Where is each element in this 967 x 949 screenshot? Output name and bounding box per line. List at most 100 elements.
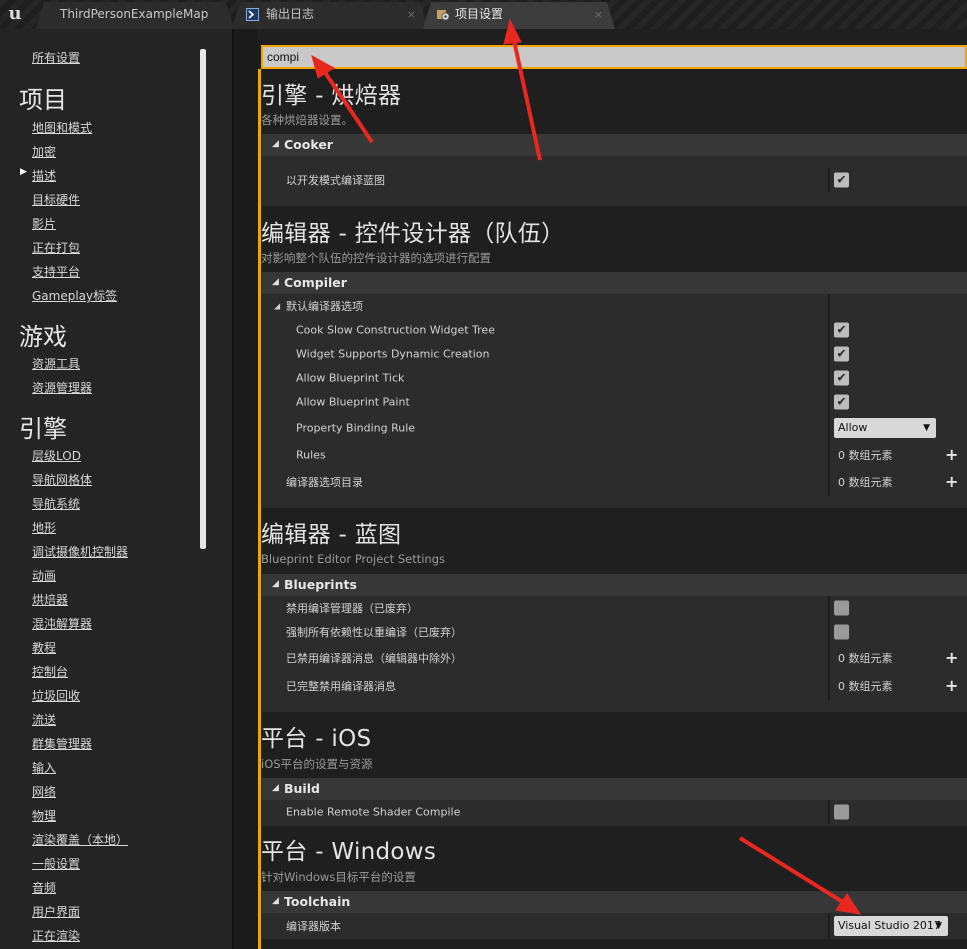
- sidebar-item-landscape[interactable]: 地形: [32, 519, 56, 536]
- sidebar-item-rendering[interactable]: 正在渲染: [32, 927, 80, 944]
- column-divider[interactable]: [828, 318, 830, 342]
- category-blueprints[interactable]: ◢ Blueprints: [262, 574, 967, 596]
- category-toolchain[interactable]: ◢ Toolchain: [262, 891, 967, 913]
- sidebar-section-engine: 引擎: [19, 415, 67, 443]
- sidebar-item-streaming[interactable]: 流送: [32, 711, 56, 728]
- sidebar-item-gameplay-tags[interactable]: Gameplay标签: [32, 287, 117, 304]
- category-build[interactable]: ◢ Build: [262, 778, 967, 800]
- column-divider[interactable]: [828, 414, 830, 442]
- sidebar-scrollbar[interactable]: [200, 49, 206, 549]
- settings-sidebar: 所有设置 项目 地图和模式 加密 ▶ 描述 目标硬件 影片 正在打包 支持平台 …: [0, 29, 234, 949]
- add-element-icon[interactable]: +: [945, 474, 958, 490]
- sidebar-item-physics[interactable]: 物理: [32, 807, 56, 824]
- checkbox[interactable]: [834, 624, 849, 640]
- column-divider[interactable]: [828, 366, 830, 390]
- category-cooker[interactable]: ◢ Cooker: [262, 134, 967, 156]
- column-divider[interactable]: [828, 390, 830, 414]
- checkbox[interactable]: ✔: [834, 322, 849, 338]
- category-compiler[interactable]: ◢ Compiler: [262, 272, 967, 294]
- column-divider[interactable]: [828, 913, 830, 939]
- array-count: 0 数组元素: [838, 476, 893, 489]
- sidebar-item-console[interactable]: 控制台: [32, 663, 68, 680]
- setting-label: 默认编译器选项: [286, 300, 363, 313]
- tab-output-log[interactable]: 输出日志 ×: [232, 2, 428, 29]
- sidebar-item-navigation-system[interactable]: 导航系统: [32, 495, 80, 512]
- binding-rule-dropdown[interactable]: Allow ▼: [834, 418, 936, 438]
- setting-row: 已禁用编译器消息（编辑器中除外） 0 数组元素 +: [262, 644, 967, 672]
- category-label: Blueprints: [284, 577, 357, 592]
- close-icon[interactable]: ×: [594, 2, 603, 27]
- column-divider[interactable]: [828, 596, 830, 620]
- unreal-logo-icon[interactable]: u: [4, 3, 26, 25]
- checkbox[interactable]: ✔: [834, 172, 849, 188]
- checkbox[interactable]: [834, 600, 849, 616]
- sidebar-item-network[interactable]: 网络: [32, 783, 56, 800]
- setting-label: 已禁用编译器消息（编辑器中除外）: [286, 652, 462, 665]
- category-label: Compiler: [284, 275, 347, 290]
- category-label: Cooker: [284, 137, 333, 152]
- column-divider[interactable]: [828, 294, 830, 318]
- row-spacer: [262, 156, 967, 168]
- setting-label: Allow Blueprint Tick: [296, 371, 405, 385]
- sidebar-item-debug-camera[interactable]: 调试摄像机控制器: [32, 543, 128, 560]
- checkbox[interactable]: ✔: [834, 394, 849, 410]
- column-divider[interactable]: [828, 672, 830, 700]
- sidebar-item-input[interactable]: 输入: [32, 759, 56, 776]
- setting-row: 编译器版本 Visual Studio 2017 ▼: [262, 913, 967, 939]
- add-element-icon[interactable]: +: [945, 447, 958, 463]
- section-title-blueprint: 编辑器 - 蓝图: [261, 522, 402, 548]
- column-divider[interactable]: [828, 442, 830, 468]
- sidebar-item-user-interface[interactable]: 用户界面: [32, 903, 80, 920]
- sidebar-item-encryption[interactable]: 加密: [32, 143, 56, 160]
- checkbox[interactable]: ✔: [834, 346, 849, 362]
- sidebar-item-tutorials[interactable]: 教程: [32, 639, 56, 656]
- compiler-version-dropdown[interactable]: Visual Studio 2017 ▼: [834, 916, 948, 936]
- sidebar-item-description[interactable]: 描述: [32, 167, 56, 184]
- sidebar-item-general-settings[interactable]: 一般设置: [32, 855, 80, 872]
- sidebar-item-rendering-overrides[interactable]: 渲染覆盖（本地）: [32, 831, 128, 848]
- setting-label: 强制所有依赖性以重编译（已废弃）: [286, 626, 462, 639]
- tab-project-settings[interactable]: 项目设置 ×: [423, 2, 615, 29]
- column-divider[interactable]: [828, 644, 830, 672]
- sidebar-item-supported-platforms[interactable]: 支持平台: [32, 263, 80, 280]
- sidebar-item-movies[interactable]: 影片: [32, 215, 56, 232]
- sidebar-item-packaging[interactable]: 正在打包: [32, 239, 80, 256]
- sidebar-item-target-hardware[interactable]: 目标硬件: [32, 191, 80, 208]
- setting-label: Property Binding Rule: [296, 421, 416, 435]
- add-element-icon[interactable]: +: [945, 650, 958, 666]
- setting-label: 以开发模式编译蓝图: [286, 174, 385, 187]
- sidebar-item-all-settings[interactable]: 所有设置: [32, 49, 80, 66]
- setting-row: 强制所有依赖性以重编译（已废弃）: [262, 620, 967, 644]
- category-label: Toolchain: [284, 894, 351, 909]
- setting-label: Cook Slow Construction Widget Tree: [296, 323, 495, 337]
- setting-row: Allow Blueprint Tick ✔: [262, 366, 967, 390]
- add-element-icon[interactable]: +: [945, 678, 958, 694]
- sidebar-item-audio[interactable]: 音频: [32, 879, 56, 896]
- column-divider[interactable]: [828, 168, 830, 192]
- setting-label: Widget Supports Dynamic Creation: [296, 347, 490, 361]
- setting-group-row[interactable]: ◢ 默认编译器选项: [262, 294, 967, 318]
- close-icon[interactable]: ×: [407, 2, 416, 27]
- sidebar-item-crowd-manager[interactable]: 群集管理器: [32, 735, 92, 752]
- column-divider[interactable]: [828, 800, 830, 824]
- sidebar-item-garbage-collection[interactable]: 垃圾回收: [32, 687, 80, 704]
- search-input[interactable]: [261, 45, 967, 69]
- sidebar-item-animation[interactable]: 动画: [32, 567, 56, 584]
- sidebar-item-navmesh[interactable]: 导航网格体: [32, 471, 92, 488]
- sidebar-item-chaos-solver[interactable]: 混沌解算器: [32, 615, 92, 632]
- collapse-arrow-icon: ◢: [272, 896, 279, 906]
- column-divider[interactable]: [828, 468, 830, 496]
- column-divider[interactable]: [828, 342, 830, 366]
- sidebar-item-cooker[interactable]: 烘焙器: [32, 591, 68, 608]
- dropdown-value: Visual Studio 2017: [838, 919, 941, 932]
- column-divider[interactable]: [828, 620, 830, 644]
- sidebar-item-hlod[interactable]: 层级LOD: [32, 447, 81, 464]
- panel-divider[interactable]: [232, 29, 234, 949]
- checkbox[interactable]: [834, 804, 849, 820]
- row-spacer: [262, 496, 967, 508]
- checkbox[interactable]: ✔: [834, 370, 849, 386]
- sidebar-item-maps-modes[interactable]: 地图和模式: [32, 119, 92, 136]
- sidebar-item-asset-manager[interactable]: 资源管理器: [32, 379, 92, 396]
- tab-third-person-map[interactable]: ThirdPersonExampleMap: [36, 2, 234, 29]
- sidebar-item-asset-tools[interactable]: 资源工具: [32, 355, 80, 372]
